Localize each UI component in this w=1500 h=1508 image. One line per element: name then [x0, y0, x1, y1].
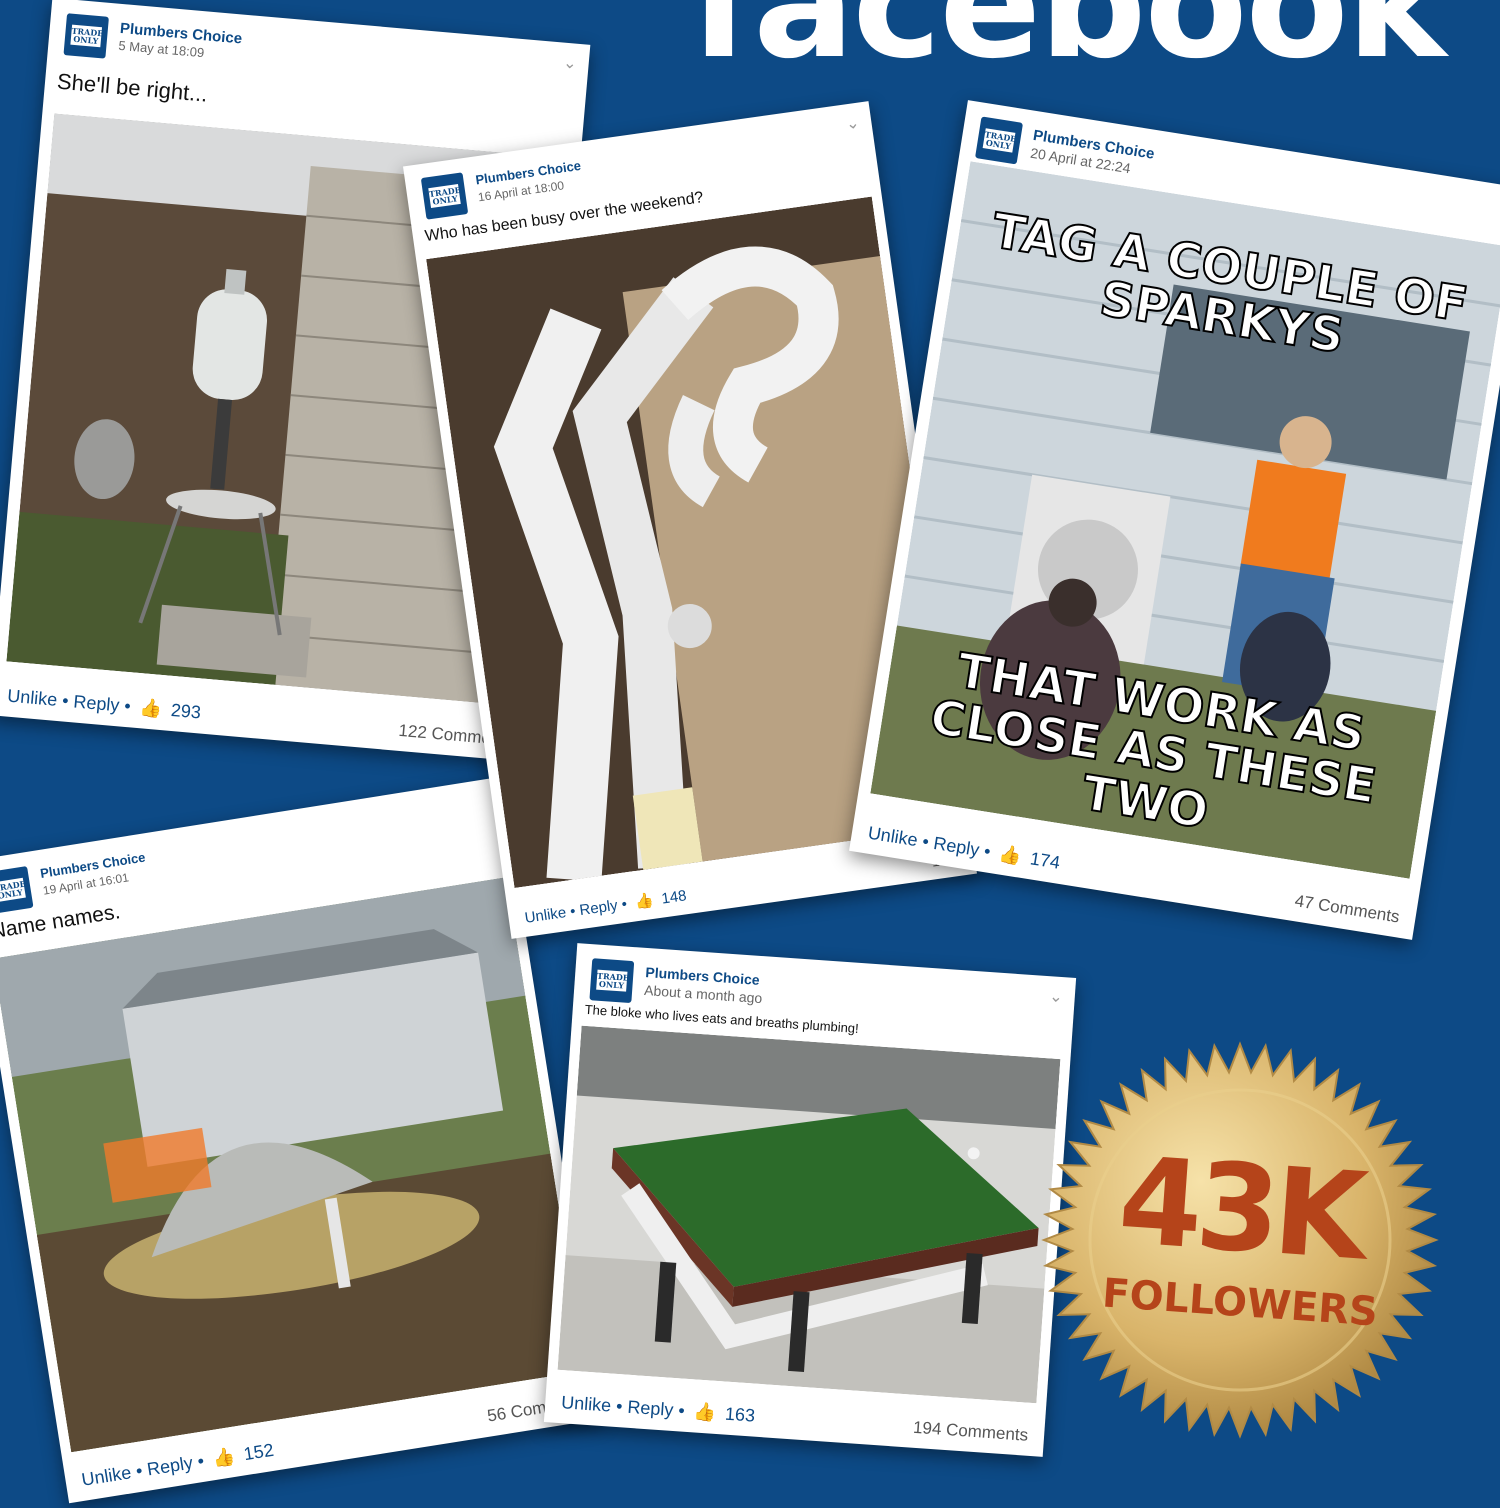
comment-count[interactable]: 47 Comments: [1293, 891, 1400, 927]
unlike-link[interactable]: Unlike: [867, 823, 920, 851]
like-count: 148: [660, 887, 688, 908]
trade-only-logo: TRADE ONLY: [63, 13, 109, 59]
facebook-headline: facebook: [690, 0, 1446, 92]
like-count: 293: [170, 699, 202, 723]
unlike-link[interactable]: Unlike: [80, 1462, 133, 1490]
thumbs-up-icon[interactable]: 👍: [634, 891, 655, 911]
post-card: TRADE ONLY Plumbers Choice About a month…: [543, 943, 1077, 1457]
thumbs-up-icon[interactable]: 👍: [211, 1446, 236, 1470]
post-header: TRADE ONLY Plumbers Choice 20 April at 2…: [974, 116, 1156, 176]
water-tank-photo: [0, 877, 585, 1453]
post-photo[interactable]: [0, 877, 585, 1453]
post-actions: Unlike • Reply • 👍 148: [523, 887, 688, 927]
unlike-link[interactable]: Unlike: [561, 1392, 612, 1415]
post-actions: Unlike • Reply • 👍 152: [80, 1439, 276, 1490]
post-card: TRADE ONLY Plumbers Choice 20 April at 2…: [849, 100, 1500, 940]
chevron-down-icon[interactable]: ⌄: [1049, 986, 1064, 1007]
post-header: TRADE ONLY Plumbers Choice 5 May at 18:0…: [63, 13, 243, 63]
thumbs-up-icon[interactable]: 👍: [693, 1401, 717, 1424]
comment-count[interactable]: 194 Comments: [912, 1418, 1028, 1446]
post-header: TRADE ONLY Plumbers Choice About a month…: [589, 958, 763, 1008]
like-count: 174: [1028, 848, 1062, 873]
reply-link[interactable]: Reply: [932, 833, 981, 860]
trade-only-logo: TRADE ONLY: [974, 116, 1024, 165]
post-caption: She'll be right...: [56, 68, 209, 107]
thumbs-up-icon[interactable]: 👍: [998, 843, 1023, 867]
pool-table-photo: [557, 1025, 1061, 1404]
post-actions: Unlike • Reply • 👍 293: [6, 685, 202, 723]
post-photo[interactable]: TAG A COUPLE OF SPARKYS THAT WORK AS CLO…: [870, 161, 1500, 879]
unlike-link[interactable]: Unlike: [524, 904, 568, 927]
trade-only-logo: TRADE ONLY: [420, 172, 469, 220]
trade-only-logo: TRADE ONLY: [589, 958, 635, 1004]
thumbs-up-icon[interactable]: 👍: [139, 697, 163, 720]
reply-link[interactable]: Reply: [627, 1397, 674, 1420]
reply-link[interactable]: Reply: [578, 897, 618, 919]
post-photo[interactable]: [557, 1025, 1061, 1404]
post-header: TRADE ONLY Plumbers Choice 16 April at 1…: [420, 158, 582, 228]
follower-count: 43K: [1114, 1131, 1366, 1288]
like-count: 152: [242, 1439, 276, 1465]
chevron-down-icon[interactable]: ⌄: [845, 113, 861, 135]
trade-only-logo: TRADE ONLY: [0, 865, 34, 915]
followers-badge: 43K FOLLOWERS: [1040, 1040, 1440, 1440]
chevron-down-icon[interactable]: ⌄: [562, 53, 578, 74]
reply-link[interactable]: Reply: [146, 1453, 195, 1480]
post-actions: Unlike • Reply • 👍 163: [560, 1392, 756, 1426]
like-count: 163: [724, 1403, 756, 1426]
reply-link[interactable]: Reply: [73, 691, 121, 715]
unlike-link[interactable]: Unlike: [7, 686, 59, 710]
